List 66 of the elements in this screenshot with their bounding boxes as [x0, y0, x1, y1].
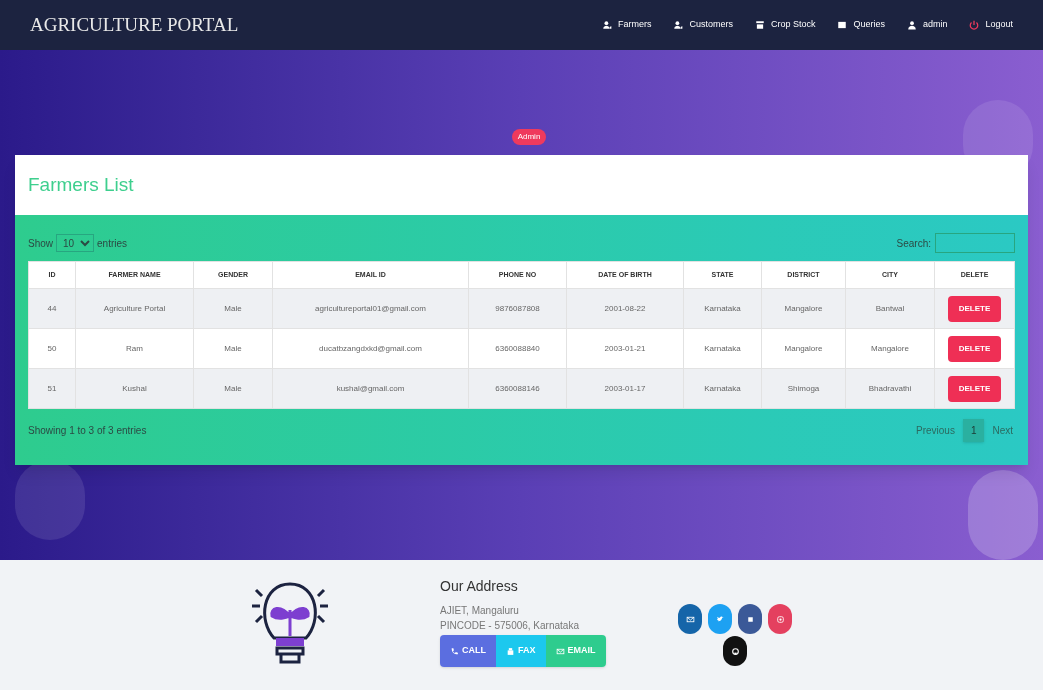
- table-cell: Male: [193, 328, 273, 369]
- table-cell: Bhadravathi: [845, 368, 935, 409]
- user-icon: [906, 20, 917, 30]
- table-cell: Ram: [75, 328, 194, 369]
- nav-link[interactable]: Queries: [837, 18, 885, 32]
- store-icon: [754, 20, 765, 30]
- table-cell: 6360088146: [468, 368, 567, 409]
- table-cell: Male: [193, 368, 273, 409]
- social-button[interactable]: [723, 636, 747, 666]
- delete-button[interactable]: DELETE: [947, 295, 1002, 322]
- table-cell: Mangalore: [761, 328, 846, 369]
- table-cell: Bantwal: [845, 288, 935, 329]
- address-heading: Our Address: [440, 577, 519, 596]
- table-cell: Agriculture Portal: [75, 288, 194, 329]
- brand-title: AGRICULTURE PORTAL: [30, 12, 239, 37]
- card-title: Farmers List: [28, 172, 134, 197]
- table-cell: Karnataka: [683, 328, 762, 369]
- search-label: Search:: [896, 236, 931, 251]
- delete-button[interactable]: DELETE: [947, 335, 1002, 362]
- entries-label: entries: [97, 236, 128, 251]
- phone-icon: [450, 646, 459, 656]
- list-icon: [837, 20, 848, 30]
- address-line: AJIET, Mangaluru: [440, 604, 520, 618]
- nav-link[interactable]: Customers: [673, 18, 733, 32]
- envelope-icon: [685, 614, 695, 624]
- nav-link[interactable]: admin: [906, 18, 948, 32]
- table-cell: ducatbzangdxkd@gmail.com: [272, 328, 469, 369]
- entries-select[interactable]: 10: [56, 234, 94, 252]
- table-cell: Karnataka: [683, 288, 762, 329]
- table-cell: 2001-08-22: [566, 288, 684, 329]
- contact-button[interactable]: CALL: [440, 635, 496, 667]
- page-link[interactable]: Previous: [913, 423, 957, 438]
- role-badge: Admin: [511, 129, 547, 145]
- table-cell: kushal@gmail.com: [272, 368, 469, 409]
- camera-icon: [775, 614, 785, 624]
- nav-link[interactable]: Farmers: [601, 18, 652, 32]
- table-cell: Mangalore: [845, 328, 935, 369]
- table-cell: 9876087808: [468, 288, 567, 329]
- social-button[interactable]: [738, 604, 762, 634]
- table-cell: 44: [28, 288, 76, 329]
- power-icon: [969, 20, 980, 30]
- table-cell: Mangalore: [761, 288, 846, 329]
- table-cell: 51: [28, 368, 76, 409]
- table-cell: Kushal: [75, 368, 194, 409]
- table-cell: Karnataka: [683, 368, 762, 409]
- table-cell: 2003-01-21: [566, 328, 684, 369]
- table-info: Showing 1 to 3 of 3 entries: [28, 424, 147, 438]
- bird-icon: [715, 614, 725, 624]
- users-icon: [673, 20, 684, 30]
- page-link[interactable]: Next: [990, 423, 1015, 438]
- table-cell: Male: [193, 288, 273, 329]
- envelope-icon: [555, 646, 565, 656]
- show-label: Show: [28, 236, 53, 251]
- address-line: PINCODE - 575006, Karnataka: [440, 619, 580, 633]
- search-field[interactable]: [935, 233, 1015, 253]
- nav-link[interactable]: Logout: [969, 18, 1013, 32]
- table-cell: Shimoga: [761, 368, 846, 409]
- delete-button[interactable]: DELETE: [947, 375, 1002, 402]
- page-link[interactable]: 1: [962, 419, 985, 442]
- nav-link[interactable]: Crop Stock: [754, 18, 816, 32]
- table-cell: 2003-01-17: [566, 368, 684, 409]
- table-cell: 50: [28, 328, 76, 369]
- table-cell: 6360088840: [468, 328, 567, 369]
- printer-icon: [506, 646, 515, 656]
- users-icon: [601, 20, 612, 30]
- table-cell: agricultureportal01@gmail.com: [272, 288, 469, 329]
